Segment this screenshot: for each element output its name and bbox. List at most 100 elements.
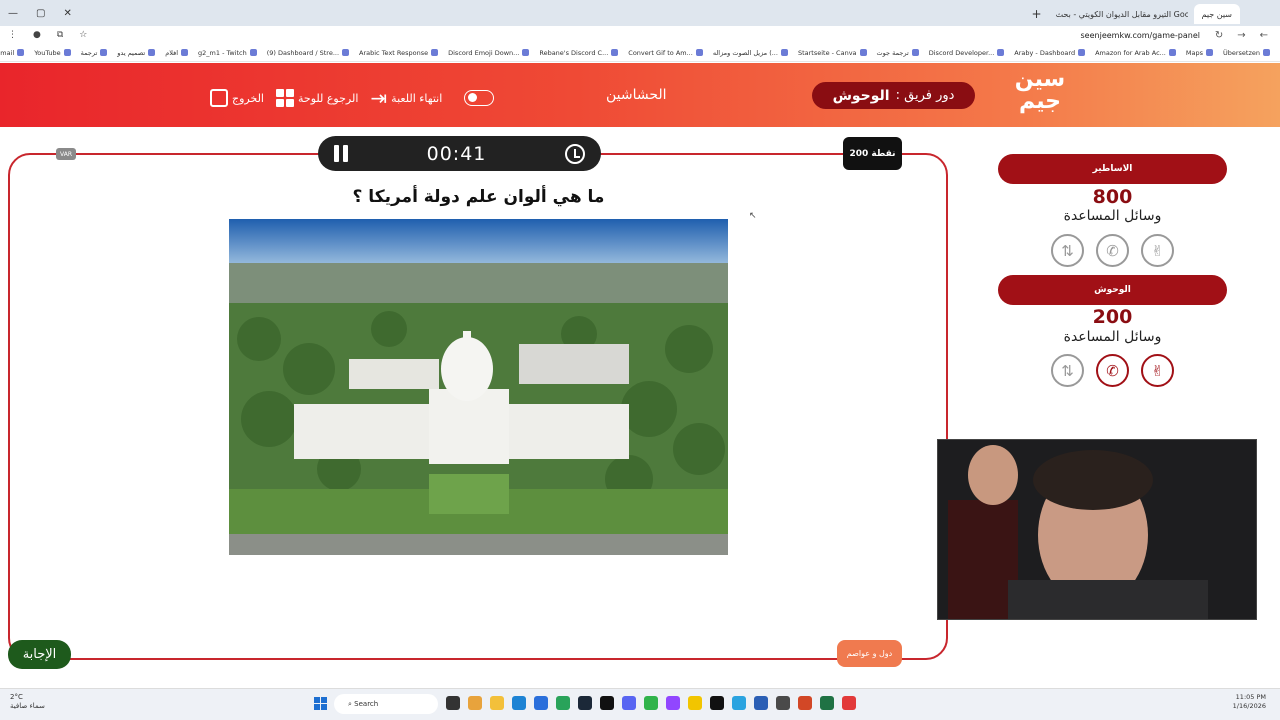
bookmark-item[interactable]: Gmail	[0, 49, 25, 57]
new-tab-button[interactable]: +	[1032, 7, 1042, 21]
windows-start-icon[interactable]	[314, 697, 327, 710]
weather-widget[interactable]: 2°C سماء صافية	[10, 693, 45, 711]
aids-label-legends: وسائل المساعدة	[1063, 208, 1162, 224]
app-icon[interactable]	[688, 696, 702, 710]
twitch-icon[interactable]	[666, 696, 680, 710]
bookmark-favicon-icon	[63, 49, 71, 56]
bookmark-item[interactable]: g2_m1 - Twitch	[198, 49, 257, 57]
answer-button[interactable]: الإجابة	[8, 640, 71, 669]
bookmark-favicon-icon	[249, 49, 257, 56]
bookmark-favicon-icon	[611, 49, 619, 56]
toggle-switch[interactable]	[464, 90, 495, 106]
peace-aid-icon[interactable]: ✌	[1141, 234, 1174, 267]
bookmark-label: YouTube	[34, 48, 61, 57]
extensions-icon[interactable]: ⧉	[57, 30, 63, 40]
chrome-icon[interactable]	[556, 696, 570, 710]
excel-icon[interactable]	[820, 696, 834, 710]
question-text: ما هي ألوان علم دولة أمريكا ؟	[352, 187, 605, 207]
bookmark-item[interactable]: مزيل الصوت ومزاله (...	[713, 49, 788, 57]
bookmark-item[interactable]: ترجمة	[81, 49, 108, 57]
minimize-icon[interactable]: —	[8, 8, 18, 19]
store-icon[interactable]	[534, 696, 548, 710]
bookmark-label: Araby - Dashboard	[1014, 48, 1076, 57]
app-icon[interactable]	[754, 696, 768, 710]
app-icon[interactable]	[798, 696, 812, 710]
obs-icon[interactable]	[600, 696, 614, 710]
bookmark-item[interactable]: Araby - Dashboard	[1014, 48, 1086, 57]
forward-icon[interactable]: →	[1237, 30, 1245, 41]
url-field[interactable]: seenjeemkw.com/game-panel	[1081, 31, 1200, 40]
back-to-board-button[interactable]: الرجوع للوحة	[276, 89, 358, 107]
edge-icon[interactable]	[512, 696, 526, 710]
task-view-icon[interactable]	[446, 696, 460, 710]
maximize-icon[interactable]: ▢	[36, 8, 45, 19]
system-tray[interactable]: 11:05 PM 1/16/2026	[1233, 693, 1266, 711]
bookmark-item[interactable]: Amazon for Arab Ac...	[1095, 49, 1176, 57]
tiktok-icon[interactable]	[710, 696, 724, 710]
discord-icon[interactable]	[622, 696, 636, 710]
grid-icon	[276, 89, 294, 107]
bookmark-star-icon[interactable]: ☆	[79, 30, 87, 40]
bookmark-label: Rebane's Discord C...	[539, 48, 609, 57]
bookmark-item[interactable]: Übersetzen	[1223, 49, 1270, 57]
bookmark-favicon-icon	[1263, 49, 1270, 56]
bookmark-item[interactable]: افلام	[165, 49, 189, 57]
address-bar-row: ⋮ ● ⧉ ☆ seenjeemkw.com/game-panel ↻ → ←	[0, 26, 1280, 44]
game-header: سين جيم دور فريق : الوحوش الحشاشين الخرو…	[0, 63, 1280, 127]
bookmark-item[interactable]: Startseite - Canva	[798, 49, 867, 57]
bookmark-item[interactable]: Rebane's Discord C...	[539, 48, 619, 57]
weather-temp: 2°C	[10, 693, 23, 701]
var-badge[interactable]: VAR	[56, 148, 76, 160]
aids-label-monsters: وسائل المساعدة	[1063, 329, 1162, 345]
bookmark-favicon-icon	[997, 49, 1005, 56]
bookmark-favicon-icon	[181, 49, 189, 56]
bookmark-item[interactable]: Convert Gif to Am...	[628, 49, 703, 57]
search-placeholder: Search	[354, 700, 379, 708]
turn-indicator: دور فريق : الوحوش	[812, 82, 975, 109]
turn-label: دور فريق :	[895, 88, 955, 103]
phone-aid-icon[interactable]: ✆	[1096, 234, 1129, 267]
team-bar-legends: الاساطير	[998, 154, 1227, 184]
file-explorer-icon[interactable]	[490, 696, 504, 710]
bookmark-item[interactable]: Discord Developer...	[929, 49, 1005, 57]
steam-icon[interactable]	[578, 696, 592, 710]
exit-button[interactable]: الخروج	[210, 89, 264, 107]
taskbar-search[interactable]: ⌕ Search	[334, 694, 438, 714]
bookmark-label: مزيل الصوت ومزاله (...	[712, 48, 778, 57]
swap-aid-icon[interactable]: ⇅	[1051, 354, 1084, 387]
pause-icon[interactable]	[334, 145, 348, 162]
end-game-label: انتهاء اللعبة	[391, 91, 443, 105]
copilot-icon[interactable]	[468, 696, 482, 710]
phone-aid-icon[interactable]: ✆	[1096, 354, 1129, 387]
bookmark-item[interactable]: Arabic Text Response	[359, 49, 439, 57]
app-icon[interactable]	[776, 696, 790, 710]
question-image	[229, 219, 728, 555]
bookmark-item[interactable]: Maps	[1186, 49, 1213, 57]
app-icon[interactable]	[842, 696, 856, 710]
end-game-button[interactable]: ⇥ انتهاء اللعبة	[370, 86, 442, 110]
exit-arrow-icon: ⇥	[370, 86, 388, 110]
bookmark-item[interactable]: (9) Dashboard / Stre...	[267, 49, 350, 57]
close-icon[interactable]: ✕	[63, 8, 71, 19]
bookmark-item[interactable]: Discord Emoji Down...	[448, 49, 530, 57]
menu-icon[interactable]: ⋮	[8, 30, 17, 40]
bookmark-favicon-icon	[1168, 49, 1176, 56]
tab-seenjeem[interactable]: سين جيم	[1193, 4, 1240, 24]
team-score-legends: 800	[1092, 186, 1133, 208]
swap-aid-icon[interactable]: ⇅	[1051, 234, 1084, 267]
bookmark-favicon-icon	[431, 49, 439, 56]
reset-timer-icon[interactable]	[564, 143, 585, 164]
weather-desc: سماء صافية	[10, 702, 45, 710]
bookmark-favicon-icon	[17, 49, 25, 56]
tab-google-search[interactable]: التيرو مقابل الديوان الكويتي - بحث Googl…	[1048, 4, 1188, 24]
profile-icon[interactable]: ●	[33, 30, 41, 40]
reload-icon[interactable]: ↻	[1215, 30, 1223, 41]
bookmark-item[interactable]: تصميم يدو	[117, 49, 156, 57]
bookmark-item[interactable]: ترجمة جوت	[877, 49, 919, 57]
back-icon[interactable]: ←	[1260, 30, 1268, 41]
peace-aid-icon[interactable]: ✌	[1141, 354, 1174, 387]
timer-display: 00:41	[426, 142, 487, 165]
bookmark-item[interactable]: YouTube	[34, 48, 71, 57]
telegram-icon[interactable]	[732, 696, 746, 710]
whatsapp-icon[interactable]	[644, 696, 658, 710]
